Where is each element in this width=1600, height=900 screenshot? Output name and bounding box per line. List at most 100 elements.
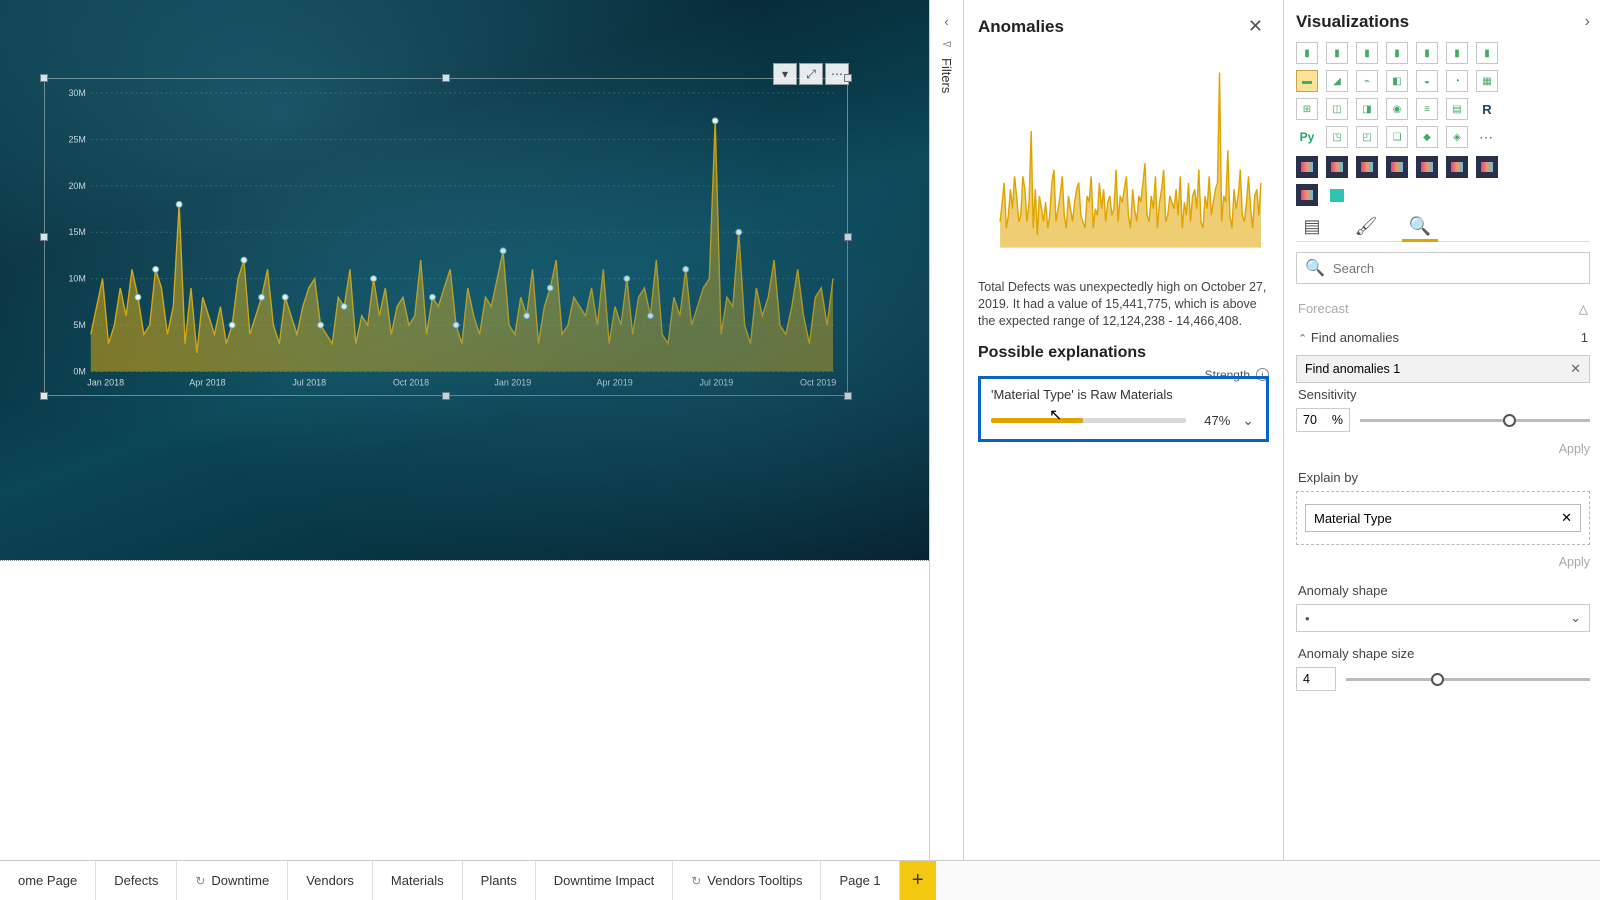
viz-type-icon[interactable]: ◉ [1386,98,1408,120]
tab-home-page[interactable]: ome Page [0,861,96,900]
slider-thumb[interactable] [1431,673,1444,686]
find-anomalies-item[interactable]: Find anomalies 1 ✕ [1296,355,1590,383]
analytics-tab-icon[interactable]: 🔍 [1404,216,1436,237]
below-canvas-area [0,560,929,860]
chart-visual-frame[interactable]: ▾ ⤢ ⋯ 0M5M10M15M20M25M30MJan 2018Apr 201… [44,78,848,396]
add-page-button[interactable]: + [900,861,936,900]
remove-icon[interactable]: ✕ [1570,361,1581,377]
tab-downtime[interactable]: ↻Downtime [177,861,288,900]
filters-icon: ◅ [942,37,950,50]
close-icon[interactable]: ✕ [1242,14,1269,39]
explain-by-field-chip[interactable]: Material Type ✕ [1305,504,1581,532]
viz-type-icon[interactable]: ▦ [1476,70,1498,92]
fields-tab-icon[interactable]: ▤ [1296,216,1328,237]
svg-text:15M: 15M [68,227,85,237]
viz-type-icon[interactable]: ⋯ [1476,126,1498,148]
tab-materials[interactable]: Materials [373,861,463,900]
viz-type-icon[interactable]: ▮ [1326,42,1348,64]
custom-visual-icon[interactable] [1416,156,1438,178]
viz-type-icon[interactable]: ▬ [1296,70,1318,92]
custom-visual-icon[interactable] [1296,184,1318,206]
viz-type-icon[interactable]: ≡ [1416,98,1438,120]
svg-text:Oct 2019: Oct 2019 [800,377,836,387]
anomaly-shape-dropdown[interactable]: • ⌄ [1296,604,1590,632]
focus-mode-icon[interactable]: ⤢ [799,63,823,85]
visualizations-pane: Visualizations › ▮▮▮▮▮▮▮▬◢⌁◧◒◔▦⊞◫◨◉≡▤RPy… [1284,0,1600,860]
viz-type-icon[interactable]: ▮ [1386,42,1408,64]
viz-type-icon[interactable]: R [1476,98,1498,120]
forecast-section[interactable]: Forecast △ [1296,294,1590,323]
svg-text:5M: 5M [73,320,85,330]
svg-text:Jan 2018: Jan 2018 [87,377,124,387]
svg-text:Oct 2018: Oct 2018 [393,377,429,387]
expand-pane-icon[interactable]: › [1585,13,1590,31]
search-input-row[interactable]: 🔍 [1296,252,1590,284]
viz-type-icon[interactable]: ◫ [1326,98,1348,120]
tab-page-1[interactable]: Page 1 [821,861,899,900]
chevron-down-icon[interactable]: ⌄ [1240,412,1256,429]
custom-visual-icon[interactable] [1356,156,1378,178]
viz-type-icon[interactable]: ⊞ [1296,98,1318,120]
sensitivity-unit: % [1332,413,1343,427]
sensitivity-value-box[interactable]: 70 % [1296,408,1350,432]
viz-type-icon[interactable]: ◨ [1356,98,1378,120]
viz-type-icon[interactable]: ◔ [1446,70,1468,92]
viz-type-icon[interactable]: ◰ [1356,126,1378,148]
anomalies-mini-chart [978,45,1269,266]
anomaly-size-slider[interactable] [1346,678,1590,681]
anomaly-size-value-box[interactable]: 4 [1296,667,1336,691]
main-line-chart: 0M5M10M15M20M25M30MJan 2018Apr 2018Jul 2… [55,85,841,389]
viz-type-icon[interactable]: ▮ [1416,42,1438,64]
search-input[interactable] [1333,261,1581,276]
svg-text:Jan 2019: Jan 2019 [494,377,531,387]
filter-icon[interactable]: ▾ [773,63,797,85]
explain-by-label: Explain by [1296,466,1590,487]
tab-vendors-tooltips[interactable]: ↻Vendors Tooltips [673,861,821,900]
apply-button[interactable]: Apply [1296,442,1590,456]
viz-type-icon[interactable]: ▮ [1476,42,1498,64]
warning-icon: △ [1579,302,1588,316]
viz-type-icon[interactable]: ◢ [1326,70,1348,92]
custom-visual-icon[interactable] [1326,156,1348,178]
custom-visual-icon[interactable] [1386,156,1408,178]
custom-visual-icon[interactable] [1326,184,1348,206]
explanation-card[interactable]: 'Material Type' is Raw Materials 47% ⌄ ↖ [978,376,1269,442]
report-canvas[interactable]: ▾ ⤢ ⋯ 0M5M10M15M20M25M30MJan 2018Apr 201… [0,0,929,560]
tab-vendors[interactable]: Vendors [288,861,373,900]
tab-defects[interactable]: Defects [96,861,177,900]
remove-field-icon[interactable]: ✕ [1561,510,1572,526]
viz-type-icon[interactable]: ▮ [1356,42,1378,64]
format-tab-icon[interactable]: 🖌 [1350,216,1382,237]
viz-type-icon[interactable]: ◆ [1416,126,1438,148]
custom-visual-icon[interactable] [1476,156,1498,178]
viz-type-icon[interactable]: ▤ [1446,98,1468,120]
viz-type-icon[interactable]: ◒ [1416,70,1438,92]
filters-pane-collapsed[interactable]: ‹ ◅ Filters [930,0,964,860]
viz-type-icon[interactable]: ▮ [1296,42,1318,64]
slider-thumb[interactable] [1503,414,1516,427]
viz-type-icon[interactable]: ◈ [1446,126,1468,148]
custom-visual-icon[interactable] [1296,156,1318,178]
svg-text:0M: 0M [73,367,85,377]
custom-visual-icon[interactable] [1446,156,1468,178]
tab-plants[interactable]: Plants [463,861,536,900]
viz-type-icon[interactable]: ⌁ [1356,70,1378,92]
tab-downtime-impact[interactable]: Downtime Impact [536,861,673,900]
sensitivity-slider[interactable] [1360,419,1590,422]
explain-by-well[interactable]: Material Type ✕ [1296,491,1590,545]
svg-text:Jul 2019: Jul 2019 [699,377,733,387]
apply-button-2[interactable]: Apply [1296,555,1590,569]
viz-type-icon[interactable]: ▮ [1446,42,1468,64]
anomalies-pane: Anomalies ✕ Total Defects was unexpected… [964,0,1284,860]
svg-text:Apr 2019: Apr 2019 [596,377,632,387]
explain-by-field-name: Material Type [1314,511,1392,526]
svg-text:20M: 20M [68,181,85,191]
find-anomalies-group[interactable]: ⌃ Find anomalies 1 [1296,323,1590,352]
viz-type-icon[interactable]: ◧ [1386,70,1408,92]
expand-filters-icon[interactable]: ‹ [944,14,948,29]
viz-type-icon[interactable]: Py [1296,126,1318,148]
visualization-type-grid: ▮ ▮ ▮ ▮ ▮ ▮ ▮ ▬ ◢ ⌁ ◧ ◒ ◔ ▦ ⊞ ◫ ◨ ◉ ≡ ▤ R Py ◳ ◰ ❏ ◆ ◈ ⋯ [1296,42,1590,148]
svg-text:Apr 2018: Apr 2018 [189,377,225,387]
viz-type-icon[interactable]: ◳ [1326,126,1348,148]
viz-type-icon[interactable]: ❏ [1386,126,1408,148]
